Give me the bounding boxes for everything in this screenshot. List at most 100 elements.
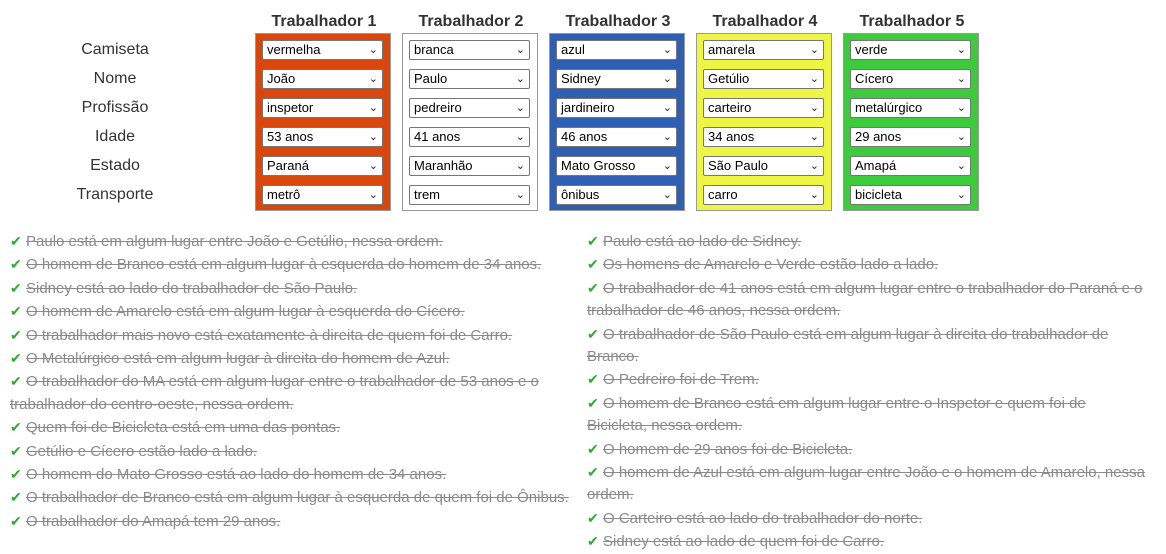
attribute-select[interactable]: carteiro ⌄ — [703, 98, 824, 118]
clue-item[interactable]: ✔ Os homens de Amarelo e Verde estão lado… — [587, 253, 1147, 276]
attribute-select[interactable]: Paraná ⌄ — [262, 156, 383, 176]
clue-item[interactable]: ✔ O homem de Branco está em algum lugar à… — [10, 253, 582, 276]
attribute-select[interactable]: Maranhão ⌄ — [409, 156, 530, 176]
clue-text: Paulo está ao lado de Sidney. — [603, 233, 802, 250]
clue-item[interactable]: ✔ O Pedreiro foi de Trem. — [587, 368, 1147, 391]
chevron-down-icon: ⌄ — [368, 102, 378, 114]
clue-item[interactable]: ✔ O homem de Azul está em algum lugar ent… — [587, 461, 1147, 507]
select-value: Paulo — [414, 71, 448, 86]
clue-text: O trabalhador de 41 anos está em algum l… — [587, 279, 1143, 320]
clue-text: O trabalhador do Amapá tem 29 anos. — [26, 512, 281, 530]
attribute-select[interactable]: 41 anos ⌄ — [409, 127, 530, 147]
chevron-down-icon: ⌄ — [809, 160, 819, 172]
select-value: Amapá — [855, 158, 897, 173]
clue-item[interactable]: ✔ Paulo está ao lado de Sidney. — [587, 230, 1147, 253]
chevron-down-icon: ⌄ — [809, 73, 819, 85]
chevron-down-icon: ⌄ — [956, 102, 966, 114]
chevron-down-icon: ⌄ — [956, 73, 966, 85]
clue-item[interactable]: ✔ O homem de Branco está em algum lugar e… — [587, 392, 1147, 438]
clue-item[interactable]: ✔ Paulo está em algum lugar entre João e … — [10, 230, 582, 253]
attribute-select[interactable]: Getúlio ⌄ — [703, 69, 824, 89]
select-value: carteiro — [708, 100, 752, 115]
check-icon: ✔ — [587, 440, 599, 457]
select-value: 46 anos — [561, 129, 608, 144]
worker-box: branca ⌄ Paulo ⌄ pedreiro ⌄ 41 anos ⌄ Maranhão ⌄ t… — [402, 33, 538, 211]
clue-item[interactable]: ✔ O trabalhador mais novo está exatamente… — [10, 324, 582, 347]
select-value: São Paulo — [708, 158, 768, 173]
chevron-down-icon: ⌄ — [809, 131, 819, 143]
attribute-select[interactable]: 46 anos ⌄ — [556, 127, 677, 147]
attribute-select[interactable]: bicicleta ⌄ — [850, 185, 971, 205]
worker-title: Trabalhador 3 — [565, 13, 671, 30]
worker-title: Trabalhador 4 — [712, 13, 818, 30]
select-value: trem — [414, 187, 440, 202]
select-value: Cícero — [855, 71, 894, 86]
attribute-select[interactable]: Mato Grosso ⌄ — [556, 156, 677, 176]
worker-box: vermelha ⌄ João ⌄ inspetor ⌄ 53 anos ⌄ Paraná ⌄ me… — [255, 33, 391, 211]
chevron-down-icon: ⌄ — [662, 44, 672, 56]
attribute-select[interactable]: jardineiro ⌄ — [556, 98, 677, 118]
select-value: Getúlio — [708, 71, 750, 86]
clue-text: O homem de Branco está em algum lugar à … — [26, 256, 542, 274]
attribute-select[interactable]: inspetor ⌄ — [262, 98, 383, 118]
attribute-select[interactable]: metalúrgico ⌄ — [850, 98, 971, 118]
attribute-select[interactable]: Paulo ⌄ — [409, 69, 530, 89]
clue-item[interactable]: ✔ O trabalhador de São Paulo está em algu… — [587, 323, 1147, 369]
attribute-select[interactable]: pedreiro ⌄ — [409, 98, 530, 118]
chevron-down-icon: ⌄ — [956, 131, 966, 143]
chevron-down-icon: ⌄ — [956, 189, 966, 201]
select-value: jardineiro — [561, 100, 615, 115]
chevron-down-icon: ⌄ — [368, 131, 378, 143]
chevron-down-icon: ⌄ — [809, 189, 819, 201]
clue-text: O trabalhador de Branco está em algum lu… — [26, 489, 569, 507]
attribute-select[interactable]: Amapá ⌄ — [850, 156, 971, 176]
clue-item[interactable]: ✔ O homem de Amarelo está em algum lugar … — [10, 300, 582, 323]
attribute-select[interactable]: azul ⌄ — [556, 40, 677, 60]
attribute-select[interactable]: Cícero ⌄ — [850, 69, 971, 89]
clue-item[interactable]: ✔ O Metalúrgico está em algum lugar à dir… — [10, 347, 582, 370]
select-value: João — [267, 71, 296, 86]
clue-item[interactable]: ✔ O homem de 29 anos foi de Bicicleta. — [587, 438, 1147, 461]
attribute-select[interactable]: São Paulo ⌄ — [703, 156, 824, 176]
clue-text: Quem foi de Bicicleta está em uma das po… — [26, 419, 341, 437]
select-value: metalúrgico — [855, 100, 923, 115]
clue-text: O homem de Branco está em algum lugar en… — [587, 394, 1086, 435]
clue-item[interactable]: ✔ Sidney está ao lado do trabalhador de S… — [10, 277, 582, 300]
attribute-select[interactable]: 53 anos ⌄ — [262, 127, 383, 147]
attribute-select[interactable]: verde ⌄ — [850, 40, 971, 60]
clue-item[interactable]: ✔ O trabalhador de Branco está em algum l… — [10, 486, 582, 509]
attribute-select[interactable]: branca ⌄ — [409, 40, 530, 60]
chevron-down-icon: ⌄ — [956, 44, 966, 56]
attribute-select[interactable]: vermelha ⌄ — [262, 40, 383, 60]
attribute-select[interactable]: trem ⌄ — [409, 185, 530, 205]
clue-text: O homem de 29 anos foi de Bicicleta. — [603, 440, 853, 458]
clue-text: O homem do Mato Grosso está ao lado do h… — [26, 466, 447, 484]
clue-item[interactable]: ✔ O trabalhador de 41 anos está em algum … — [587, 277, 1147, 323]
select-value: vermelha — [267, 42, 321, 57]
check-icon: ✔ — [587, 533, 599, 550]
attribute-select[interactable]: João ⌄ — [262, 69, 383, 89]
attribute-select[interactable]: Sidney ⌄ — [556, 69, 677, 89]
row-label: Profissão — [81, 99, 149, 116]
chevron-down-icon: ⌄ — [662, 102, 672, 114]
check-icon: ✔ — [10, 442, 22, 459]
check-icon: ✔ — [10, 489, 22, 506]
clue-item[interactable]: ✔ O Carteiro está ao lado do trabalhador … — [587, 507, 1147, 530]
attribute-select[interactable]: 29 anos ⌄ — [850, 127, 971, 147]
chevron-down-icon: ⌄ — [515, 131, 525, 143]
select-value: Maranhão — [414, 158, 473, 173]
puzzle-grid: Camiseta Nome Profissão Idade Estado Transpor… — [0, 0, 1166, 215]
clue-item[interactable]: ✔ Quem foi de Bicicleta está em uma das p… — [10, 416, 582, 439]
clue-item[interactable]: ✔ Getúlio e Cícero estão lado a lado. — [10, 440, 582, 463]
chevron-down-icon: ⌄ — [809, 102, 819, 114]
attribute-select[interactable]: carro ⌄ — [703, 185, 824, 205]
clue-item[interactable]: ✔ O trabalhador do Amapá tem 29 anos. — [10, 510, 582, 533]
clue-item[interactable]: ✔ O trabalhador do MA está em algum lugar… — [10, 370, 582, 416]
attribute-select[interactable]: metrô ⌄ — [262, 185, 383, 205]
attribute-select[interactable]: amarela ⌄ — [703, 40, 824, 60]
clue-item[interactable]: ✔ O homem do Mato Grosso está ao lado do … — [10, 463, 582, 486]
attribute-select[interactable]: 34 anos ⌄ — [703, 127, 824, 147]
check-icon: ✔ — [10, 279, 22, 296]
clue-item[interactable]: ✔ Sidney está ao lado de quem foi de Carr… — [587, 530, 1147, 553]
attribute-select[interactable]: ônibus ⌄ — [556, 185, 677, 205]
